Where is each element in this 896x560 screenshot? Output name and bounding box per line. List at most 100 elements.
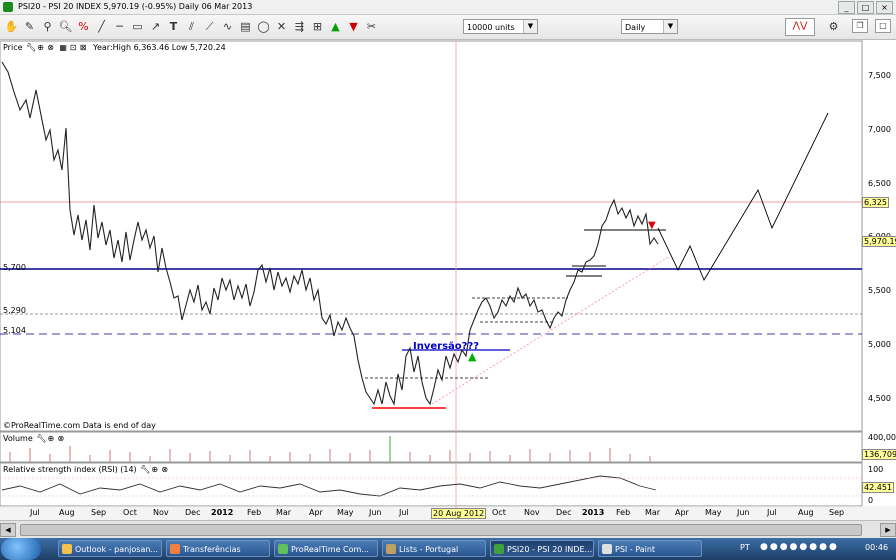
taskbar-item-lists[interactable]: Lists - Portugal [382, 540, 486, 557]
yaxis-tick: 7,000 [868, 125, 891, 134]
fan-icon[interactable]: ⟋ [202, 19, 217, 34]
xaxis-label: Nov [524, 508, 540, 517]
wrench-icon[interactable]: 🔧︎ [140, 465, 150, 474]
price-tag-6325: 6,325 [862, 197, 889, 208]
tools-icon[interactable]: ✂ [364, 19, 379, 34]
zoom-icon[interactable]: 🔍︎ [58, 19, 73, 34]
xaxis-label: Mar [645, 508, 661, 517]
rsi-panel-header: Relative strength index (RSI) (14) 🔧︎⊕ ⊗ [0, 464, 169, 476]
xaxis-label: Jun [737, 508, 750, 517]
text-icon[interactable]: T [166, 19, 181, 34]
yaxis-tick: 5,500 [868, 286, 891, 295]
pencil-icon[interactable]: ✎ [22, 19, 37, 34]
xaxis-label: Nov [153, 508, 169, 517]
rectangle-icon[interactable]: ▭ [130, 19, 145, 34]
horizontal-scrollbar[interactable]: ◀ ▶ [0, 520, 896, 538]
up-arrow-icon[interactable]: ▲ [328, 19, 343, 34]
zoom-panel-icon[interactable]: ⊕ [36, 43, 45, 52]
last-price-tag: 5,970.19 [862, 236, 896, 247]
xaxis-label: Apr [309, 508, 323, 517]
scroll-thumb[interactable] [20, 524, 862, 536]
cycle-icon[interactable]: ∿ [220, 19, 235, 34]
close-panel-icon[interactable]: ⊗ [56, 434, 65, 443]
xaxis-label: Jun [369, 508, 382, 517]
taskbar-item-prorealtime[interactable]: ProRealTime Com... [274, 540, 378, 557]
xaxis-label: Aug [798, 508, 814, 517]
title-bar: PSI20 - PSI 20 INDEX 5,970.19 (-0.95%) D… [0, 0, 896, 15]
taskbar: Outlook - panjosan... Transferências Pro… [0, 538, 896, 560]
chart-style-icon[interactable]: ⋀⋁ [785, 18, 815, 36]
rsi-yaxis-bottom: 0 [868, 496, 874, 505]
cross-icon[interactable]: ✕ [274, 19, 289, 34]
spread-icon[interactable]: ⇶ [292, 19, 307, 34]
start-button[interactable] [1, 538, 41, 560]
wrench-icon[interactable]: 🔧︎ [26, 43, 36, 52]
annotation-text[interactable]: Inversão??? [413, 341, 479, 352]
price-panel-header: Price 🔧︎⊕ ⊗ ▦ ⊡ ⊠ Year:High 6,363.46 Low 5,… [0, 42, 226, 54]
window-maximize-icon[interactable]: □ [875, 19, 891, 33]
zoom-panel-icon[interactable]: ⊕ [150, 465, 159, 474]
taskbar-item-outlook[interactable]: Outlook - panjosan... [58, 540, 162, 557]
minimize-button[interactable]: _ [838, 1, 855, 14]
year-high-low: Year:High 6,363.46 Low 5,720.24 [93, 43, 226, 52]
close-panel-icon[interactable]: ⊗ [160, 465, 169, 474]
hline-icon[interactable]: ─ [112, 19, 127, 34]
down-arrow-marker[interactable]: ▼ [648, 220, 656, 231]
xaxis-label: Jul [399, 508, 409, 517]
drawing-toolbar: ✋ ✎ ⚲ 🔍︎ % ╱ ─ ▭ ↗ T ⫽ ⟋ ∿ ▤ ◯ ✕ ⇶ ⊞ ▲ ▼… [0, 15, 896, 40]
xaxis-label: Dec [185, 508, 201, 517]
level-label-5104: 5,104 [3, 326, 26, 335]
xaxis-label: May [705, 508, 722, 517]
xaxis-label: Jul [767, 508, 777, 517]
fibonacci-icon[interactable]: % [76, 19, 91, 34]
maximize-button[interactable]: □ [857, 1, 874, 14]
scroll-left-icon[interactable]: ◀ [0, 523, 16, 537]
taskbar-item-psi20[interactable]: PSI20 - PSI 20 INDE... [490, 540, 594, 557]
xaxis-label: Sep [829, 508, 845, 517]
trendline-icon[interactable]: ╱ [94, 19, 109, 34]
price-panel-label: Price [3, 43, 23, 52]
units-value: 10000 units [467, 23, 515, 32]
panel-expand-icon[interactable]: ⊡ [69, 43, 78, 52]
xaxis-label: Apr [675, 508, 689, 517]
xaxis-label: Feb [247, 508, 262, 517]
rsi-panel-label: Relative strength index (RSI) (14) [3, 465, 137, 474]
panel-menu-icon[interactable]: ▦ [59, 43, 68, 52]
level-label-5700: 5,700 [3, 263, 26, 272]
rsi-yaxis-top: 100 [868, 465, 884, 474]
zoom-panel-icon[interactable]: ⊕ [46, 434, 55, 443]
down-arrow-icon[interactable]: ▼ [346, 19, 361, 34]
chevron-down-icon: ▼ [523, 20, 537, 33]
xaxis-cursor-date: 20 Aug 2012 [431, 508, 487, 519]
period-select[interactable]: Daily ▼ [621, 19, 678, 34]
yaxis-tick: 4,500 [868, 394, 891, 403]
taskbar-item-paint[interactable]: PSI - Paint [598, 540, 702, 557]
hand-icon[interactable]: ✋ [4, 19, 19, 34]
data-source-footer: ©ProRealTime.com Data is end of day [3, 421, 156, 430]
bars-icon[interactable]: ▤ [238, 19, 253, 34]
xaxis-label: 2012 [211, 508, 234, 517]
arrow-line-icon[interactable]: ↗ [148, 19, 163, 34]
taskbar-item-transferencias[interactable]: Transferências [166, 540, 270, 557]
xaxis-label: Dec [556, 508, 572, 517]
settings-icon[interactable]: ⚙ [826, 19, 841, 34]
close-panel-icon[interactable]: ⊗ [46, 43, 55, 52]
volume-last-tag: 136,709 [862, 449, 896, 460]
volume-panel-label: Volume [3, 434, 33, 443]
chain-icon[interactable]: ⚲ [40, 19, 55, 34]
xaxis-label: Jul [30, 508, 40, 517]
units-select[interactable]: 10000 units ▼ [463, 19, 538, 34]
wrench-icon[interactable]: 🔧︎ [36, 434, 46, 443]
period-value: Daily [625, 23, 646, 32]
gann-icon[interactable]: ⊞ [310, 19, 325, 34]
panel-close-icon[interactable]: ⊠ [79, 43, 88, 52]
price-panel-frame [0, 40, 863, 432]
window-restore-icon[interactable]: ❐ [852, 19, 868, 33]
scroll-right-icon[interactable]: ▶ [880, 523, 896, 537]
xaxis-label: Sep [91, 508, 107, 517]
ellipse-icon[interactable]: ◯ [256, 19, 271, 34]
close-button[interactable]: × [876, 1, 893, 14]
language-indicator[interactable]: PT [740, 543, 750, 552]
channel-icon[interactable]: ⫽ [184, 19, 199, 34]
tray-icons[interactable]: ●●●●●●●● [760, 542, 839, 552]
